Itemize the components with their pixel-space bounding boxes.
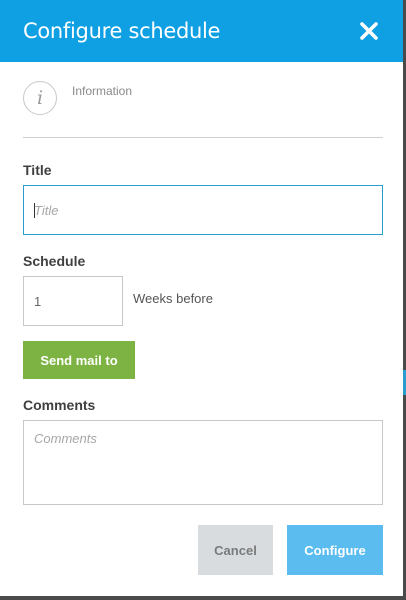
- cancel-button[interactable]: Cancel: [198, 525, 273, 575]
- text-caret: [34, 203, 35, 218]
- close-icon[interactable]: [358, 20, 380, 42]
- schedule-label: Schedule: [23, 253, 86, 269]
- info-icon: i: [23, 81, 57, 115]
- weeks-before-label: Weeks before: [133, 291, 213, 306]
- dialog-title: Configure schedule: [23, 19, 221, 43]
- title-input[interactable]: [23, 185, 383, 235]
- comments-label: Comments: [23, 397, 96, 413]
- weeks-before-input[interactable]: [23, 276, 123, 326]
- divider: [23, 137, 383, 138]
- backdrop-bottom-edge: [0, 596, 406, 600]
- send-mail-button[interactable]: Send mail to: [23, 341, 135, 379]
- comments-textarea[interactable]: [23, 420, 383, 505]
- configure-schedule-dialog: Configure schedule i Information Title S…: [0, 0, 403, 596]
- title-label: Title: [23, 162, 52, 178]
- configure-button[interactable]: Configure: [287, 525, 383, 575]
- info-label: Information: [72, 84, 133, 98]
- dialog-header: Configure schedule: [0, 0, 403, 62]
